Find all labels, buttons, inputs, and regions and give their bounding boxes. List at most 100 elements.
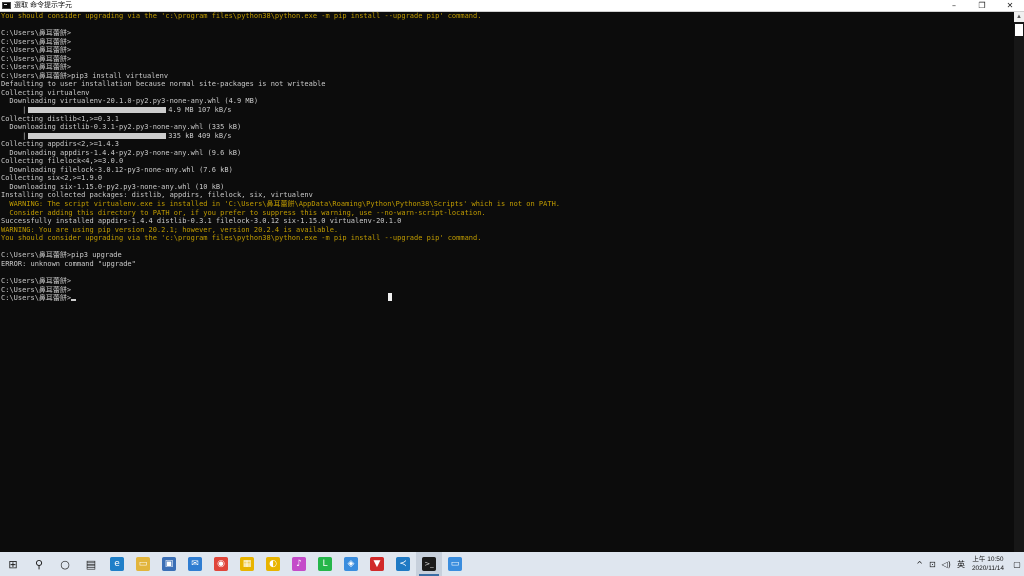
sticky-app-icon: ▦ — [240, 557, 254, 571]
title-bar: 選取 命令提示字元 – ❐ ✕ — [0, 0, 1024, 12]
media-icon: ◐ — [266, 557, 280, 571]
console-line: Collecting filelock<4,>=3.0.0 — [0, 157, 1014, 166]
cmd-button[interactable]: >_ — [416, 552, 442, 576]
console-line-text: Downloading six-1.15.0-py2.py3-none-any.… — [1, 182, 225, 191]
console-line: ERROR: unknown command "upgrade" — [0, 260, 1014, 269]
notification-center-icon[interactable]: ▢ — [1010, 552, 1024, 576]
sticky-app-button[interactable]: ▦ — [234, 552, 260, 576]
console-line: C:\Users\鼻耳蕾餅> — [0, 46, 1014, 55]
console-line-text: C:\Users\鼻耳蕾餅> — [1, 37, 72, 46]
console-line-text: WARNING: The script virtualenv.exe is in… — [1, 200, 561, 209]
download-progress-label: 4.9 MB 107 kB/s — [168, 106, 232, 115]
console-line-text: Installing collected packages: distlib, … — [1, 191, 313, 200]
cmd-icon: >_ — [422, 557, 436, 571]
console-line: Downloading distlib-0.3.1-py2.py3-none-a… — [0, 123, 1014, 132]
media-button[interactable]: ◐ — [260, 552, 286, 576]
file-explorer-button[interactable]: ▭ — [130, 552, 156, 576]
console-line: Collecting appdirs<2,>=1.4.3 — [0, 140, 1014, 149]
console-line: WARNING: You are using pip version 20.2.… — [0, 226, 1014, 235]
browser-button[interactable]: ◈ — [338, 552, 364, 576]
clock-date: 2020/11/14 — [971, 565, 1004, 572]
chrome-button[interactable]: ◉ — [208, 552, 234, 576]
console-line-text: Downloading virtualenv-20.1.0-py2.py3-no… — [1, 97, 259, 106]
store-icon: ▣ — [162, 557, 176, 571]
console-line: C:\Users\鼻耳蕾餅> — [0, 55, 1014, 64]
console-line-text: C:\Users\鼻耳蕾餅> — [1, 46, 72, 55]
line-icon: L — [318, 557, 332, 571]
console-line-text: Consider adding this directory to PATH o… — [1, 208, 486, 217]
console-line-text: C:\Users\鼻耳蕾餅>pip3 upgrade — [1, 251, 122, 260]
cortana-button[interactable]: ○ — [52, 552, 78, 576]
tray-chevron-icon[interactable]: ^ — [916, 560, 923, 569]
console-line-text: You should consider upgrading via the 'c… — [1, 12, 482, 20]
console-line: You should consider upgrading via the 'c… — [0, 12, 1014, 21]
console-line-text: | — [1, 106, 27, 115]
console-line: | 4.9 MB 107 kB/s — [0, 106, 1014, 115]
console-line-text: WARNING: You are using pip version 20.2.… — [1, 225, 339, 234]
text-caret — [71, 299, 77, 302]
scrollbar-thumb[interactable] — [1015, 24, 1023, 36]
console-line: Consider adding this directory to PATH o… — [0, 209, 1014, 218]
window-controls: – ❐ ✕ — [940, 0, 1024, 11]
clock[interactable]: 上午 10:50 2020/11/14 — [972, 555, 1004, 573]
maximize-button[interactable]: ❐ — [968, 0, 996, 11]
console-line-text: Defaulting to user installation because … — [1, 80, 326, 89]
ime-indicator[interactable]: 英 — [957, 559, 965, 570]
volume-icon[interactable]: ◁) — [942, 560, 951, 569]
console-output[interactable]: You should consider upgrading via the 'c… — [0, 12, 1014, 552]
browser-icon: ◈ — [344, 557, 358, 571]
console-line-text: Collecting filelock<4,>=3.0.0 — [1, 157, 124, 166]
task-view-button[interactable]: ▤ — [78, 552, 104, 576]
taskbar: ⊞ ⚲ ○ ▤ e ▭ ▣ ✉ ◉ ▦ ◐ ♪ L ◈ ▼ ≺ >_ ▭ ^ ⊡ ◁) 英 上午 10:50 20… — [0, 552, 1024, 576]
clock-time: 上午 10:50 — [972, 556, 1004, 563]
download-progress-bar — [28, 132, 167, 139]
console-line: C:\Users\鼻耳蕾餅> — [0, 294, 1014, 303]
console-line: C:\Users\鼻耳蕾餅> — [0, 286, 1014, 295]
music-icon: ♪ — [292, 557, 306, 571]
remote-desktop-button[interactable]: ▭ — [442, 552, 468, 576]
console-line-text: You should consider upgrading via the 'c… — [1, 234, 482, 243]
console-line: C:\Users\鼻耳蕾餅>pip3 upgrade — [0, 251, 1014, 260]
line-button[interactable]: L — [312, 552, 338, 576]
pdf-button[interactable]: ▼ — [364, 552, 390, 576]
console-line: Collecting six<2,>=1.9.0 — [0, 174, 1014, 183]
close-button[interactable]: ✕ — [996, 0, 1024, 11]
download-progress-label: 335 kB 409 kB/s — [168, 131, 232, 140]
scroll-up-arrow-icon[interactable]: ▲ — [1014, 12, 1024, 22]
console-line: Installing collected packages: distlib, … — [0, 191, 1014, 200]
console-line: Collecting virtualenv — [0, 89, 1014, 98]
console-line: WARNING: The script virtualenv.exe is in… — [0, 200, 1014, 209]
console-line-text: Successfully installed appdirs-1.4.4 dis… — [1, 217, 402, 226]
network-icon[interactable]: ⊡ — [929, 560, 936, 569]
search-icon: ⚲ — [34, 557, 44, 571]
console-line-text: | — [1, 131, 27, 140]
console-line: C:\Users\鼻耳蕾餅> — [0, 38, 1014, 47]
console-line-text: C:\Users\鼻耳蕾餅>pip3 install virtualenv — [1, 71, 169, 80]
start-button[interactable]: ⊞ — [0, 552, 26, 576]
store-button[interactable]: ▣ — [156, 552, 182, 576]
window-title: 選取 命令提示字元 — [14, 2, 72, 9]
console-line: Defaulting to user installation because … — [0, 80, 1014, 89]
cortana-icon: ○ — [60, 557, 70, 571]
vscode-button[interactable]: ≺ — [390, 552, 416, 576]
minimize-button[interactable]: – — [940, 0, 968, 11]
console-line-text: C:\Users\鼻耳蕾餅> — [1, 285, 72, 294]
task-view-icon: ▤ — [85, 557, 97, 571]
console-line: Downloading virtualenv-20.1.0-py2.py3-no… — [0, 97, 1014, 106]
pdf-icon: ▼ — [370, 557, 384, 571]
console-line-text: C:\Users\鼻耳蕾餅> — [1, 29, 72, 38]
mail-button[interactable]: ✉ — [182, 552, 208, 576]
edge-button[interactable]: e — [104, 552, 130, 576]
console-line-text: Downloading appdirs-1.4.4-py2.py3-none-a… — [1, 148, 242, 157]
console-line-text: Collecting virtualenv — [1, 88, 90, 97]
system-tray: ^ ⊡ ◁) 英 上午 10:50 2020/11/14 ▢ — [913, 552, 1024, 576]
mouse-text-cursor — [388, 293, 392, 301]
vscode-icon: ≺ — [396, 557, 410, 571]
console-line: C:\Users\鼻耳蕾餅> — [0, 29, 1014, 38]
console-line: | 335 kB 409 kB/s — [0, 132, 1014, 141]
search-button[interactable]: ⚲ — [26, 552, 52, 576]
vertical-scrollbar[interactable] — [1014, 12, 1024, 552]
music-button[interactable]: ♪ — [286, 552, 312, 576]
console-line: C:\Users\鼻耳蕾餅>pip3 install virtualenv — [0, 72, 1014, 81]
